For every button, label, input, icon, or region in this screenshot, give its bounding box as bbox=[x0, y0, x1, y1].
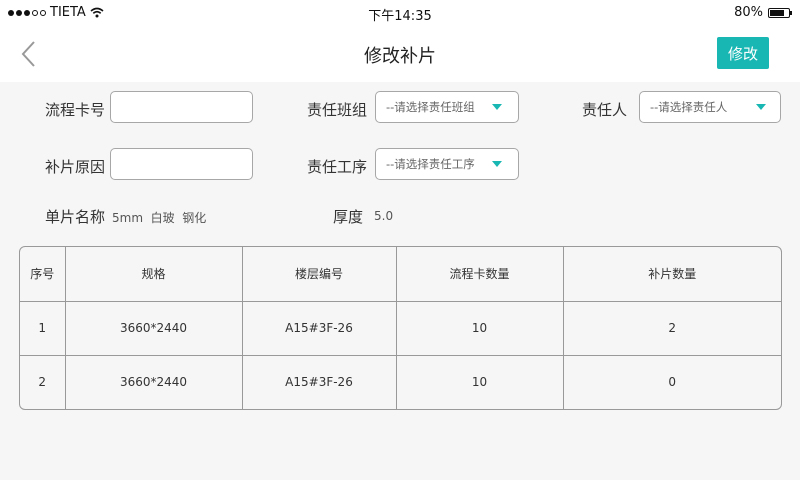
cell-flow-qty: 10 bbox=[396, 355, 564, 409]
piece-name-value: 5mm 白玻 钢化 bbox=[112, 211, 207, 225]
battery-status: 80% bbox=[734, 5, 792, 20]
patch-form: 流程卡号 责任班组 --请选择责任班组 责任人 --请选择责任人 补片原因 责任… bbox=[0, 82, 800, 242]
patch-reason-input[interactable] bbox=[110, 148, 253, 180]
dropdown-caret-icon bbox=[492, 161, 502, 167]
process-select[interactable]: --请选择责任工序 bbox=[375, 148, 519, 180]
cell-spec: 3660*2440 bbox=[65, 355, 243, 409]
team-select[interactable]: --请选择责任班组 bbox=[375, 91, 519, 123]
cell-floor-no: A15#3F-26 bbox=[242, 355, 397, 409]
patch-reason-label: 补片原因 bbox=[45, 158, 106, 176]
flow-card-input[interactable] bbox=[110, 91, 253, 123]
status-bar: TIETA 下午14:35 80% bbox=[0, 0, 800, 26]
battery-percent: 80% bbox=[734, 5, 763, 20]
col-header-floor-no: 楼层编号 bbox=[242, 247, 397, 302]
thickness-value: 5.0 bbox=[374, 209, 394, 223]
battery-icon bbox=[768, 7, 792, 18]
person-select-text: --请选择责任人 bbox=[650, 100, 728, 114]
cell-index: 2 bbox=[20, 355, 66, 409]
dropdown-caret-icon bbox=[756, 104, 766, 110]
patch-table: 序号 规格 楼层编号 流程卡数量 补片数量 1 3660*2440 A15#3F… bbox=[19, 246, 782, 410]
status-time: 下午14:35 bbox=[368, 9, 432, 24]
nav-bar: 修改补片 修改 bbox=[0, 26, 800, 82]
person-label: 责任人 bbox=[582, 101, 628, 119]
process-select-text: --请选择责任工序 bbox=[386, 157, 475, 171]
cell-index: 1 bbox=[20, 301, 66, 356]
dropdown-caret-icon bbox=[492, 104, 502, 110]
thickness-label: 厚度 bbox=[333, 208, 364, 226]
cell-flow-qty: 10 bbox=[396, 301, 564, 356]
col-header-patch-qty: 补片数量 bbox=[563, 247, 781, 302]
team-select-text: --请选择责任班组 bbox=[386, 100, 475, 114]
table-row[interactable]: 1 3660*2440 A15#3F-26 10 2 bbox=[20, 301, 781, 356]
team-label: 责任班组 bbox=[307, 101, 368, 119]
col-header-flow-qty: 流程卡数量 bbox=[396, 247, 564, 302]
cell-floor-no: A15#3F-26 bbox=[242, 301, 397, 356]
table-row[interactable]: 2 3660*2440 A15#3F-26 10 0 bbox=[20, 355, 781, 409]
flow-card-label: 流程卡号 bbox=[45, 101, 106, 119]
cell-spec: 3660*2440 bbox=[65, 301, 243, 356]
table-header-row: 序号 规格 楼层编号 流程卡数量 补片数量 bbox=[20, 247, 781, 302]
piece-name-label: 单片名称 bbox=[45, 208, 106, 226]
cell-patch-qty: 0 bbox=[668, 375, 677, 390]
cell-patch-qty: 2 bbox=[563, 301, 781, 356]
person-select[interactable]: --请选择责任人 bbox=[639, 91, 781, 123]
page-title: 修改补片 bbox=[364, 46, 436, 67]
col-header-index: 序号 bbox=[20, 247, 66, 302]
edit-button[interactable]: 修改 bbox=[717, 37, 769, 69]
process-label: 责任工序 bbox=[307, 158, 368, 176]
col-header-spec: 规格 bbox=[65, 247, 243, 302]
back-chevron-icon[interactable] bbox=[18, 40, 42, 68]
